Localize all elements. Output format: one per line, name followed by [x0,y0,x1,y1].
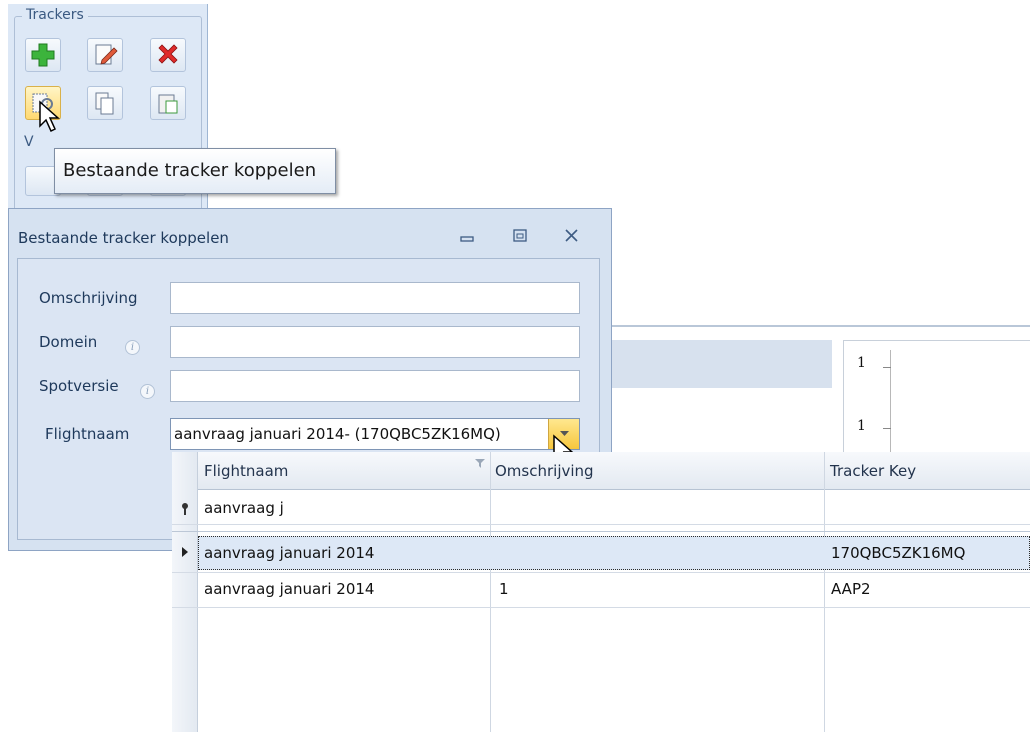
tooltip: Bestaande tracker koppelen [54,148,336,194]
current-row-arrow-icon [182,547,188,557]
column-header-flightnaam[interactable]: Flightnaam [204,462,288,480]
cell-flightnaam[interactable]: aanvraag januari 2014 [204,580,374,598]
spotversie-info-icon[interactable]: i [140,384,155,399]
row-separator [172,524,1030,525]
green-plus-icon [31,43,55,67]
add-tracker-button[interactable] [25,38,61,72]
trackers-group-title: Trackers [22,7,88,23]
background-divider [600,325,1030,327]
flightnaam-dropdown-button[interactable] [548,419,579,449]
minimize-button[interactable] [458,226,478,246]
paste-document-icon [158,94,178,114]
dialog-title: Bestaande tracker koppelen [18,229,229,247]
spotversie-label: Spotversie [39,377,119,395]
column-header-omschrijving[interactable]: Omschrijving [495,462,594,480]
omschrijving-input[interactable] [170,282,580,314]
chart-tick-label: 1 [857,418,866,434]
cell-flightnaam[interactable]: aanvraag januari 2014 [204,544,374,562]
filter-icon[interactable] [474,457,486,469]
omschrijving-label: Omschrijving [39,289,138,307]
chart-tick [883,428,891,429]
column-header-tracker-key[interactable]: Tracker Key [830,462,916,480]
row-separator [172,572,1030,573]
background-chart [843,340,1030,460]
filter-row-key-icon [182,503,188,515]
cell-omschrijving[interactable]: 1 [499,580,509,598]
background-panel-header [600,340,832,388]
flightnaam-label: Flightnaam [45,425,130,443]
link-existing-tracker-button[interactable] [25,86,61,120]
domein-label: Domein [39,333,98,351]
chevron-down-icon [560,431,569,436]
copy-tracker-button[interactable] [87,86,123,120]
domein-info-icon[interactable]: i [125,340,140,355]
delete-tracker-button[interactable] [150,38,186,72]
chart-tick-label: 1 [857,355,866,371]
cell-tracker-key[interactable]: AAP2 [831,580,871,598]
filter-flightnaam-input[interactable]: aanvraag j [204,499,284,517]
domein-input[interactable] [170,326,580,358]
edit-document-icon [95,44,118,65]
red-x-icon [158,44,178,64]
minimize-icon [460,236,474,242]
paste-tracker-button[interactable] [150,86,186,120]
close-button[interactable] [562,226,582,246]
row-separator [172,607,1030,608]
second-group-title: V [22,134,36,150]
maximize-icon [513,229,527,242]
copy-document-icon [95,92,114,115]
spotversie-input[interactable] [170,370,580,402]
link-tracker-icon [32,93,53,113]
column-divider [824,452,825,732]
close-icon [565,229,578,242]
edit-tracker-button[interactable] [87,38,123,72]
flightnaam-combobox-value: aanvraag januari 2014- (170QBC5ZK16MQ) [174,425,501,443]
chart-tick [883,367,891,368]
row-indicator-column [172,452,198,732]
maximize-button[interactable] [511,226,531,246]
cell-tracker-key[interactable]: 170QBC5ZK16MQ [831,544,965,562]
column-divider [490,452,491,732]
row-separator [172,531,1030,532]
